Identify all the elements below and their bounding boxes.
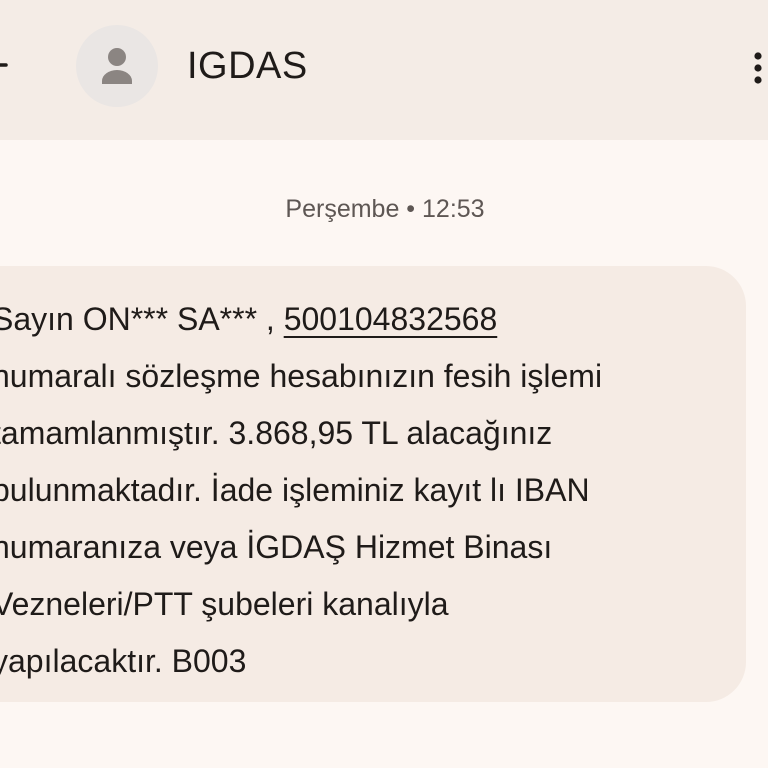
message-text-body: numaralı sözleşme hesabınızın fesih işle… (0, 358, 603, 679)
account-number-link[interactable]: 500104832568 (284, 301, 498, 337)
avatar[interactable] (76, 25, 158, 107)
conversation-screen: IGDAS Perşembe • 12:53 Sayın ON*** SA***… (0, 0, 768, 768)
contact-name: IGDAS (187, 45, 308, 87)
more-vert-icon[interactable] (752, 42, 768, 94)
person-icon (102, 48, 132, 84)
arrow-back-icon[interactable] (0, 43, 26, 87)
message-timestamp: Perşembe • 12:53 (285, 195, 485, 223)
app-bar: IGDAS (0, 0, 768, 140)
message-text-intro: Sayın ON*** SA*** , (0, 301, 284, 337)
message-text: Sayın ON*** SA*** , 500104832568 numaral… (0, 291, 752, 690)
